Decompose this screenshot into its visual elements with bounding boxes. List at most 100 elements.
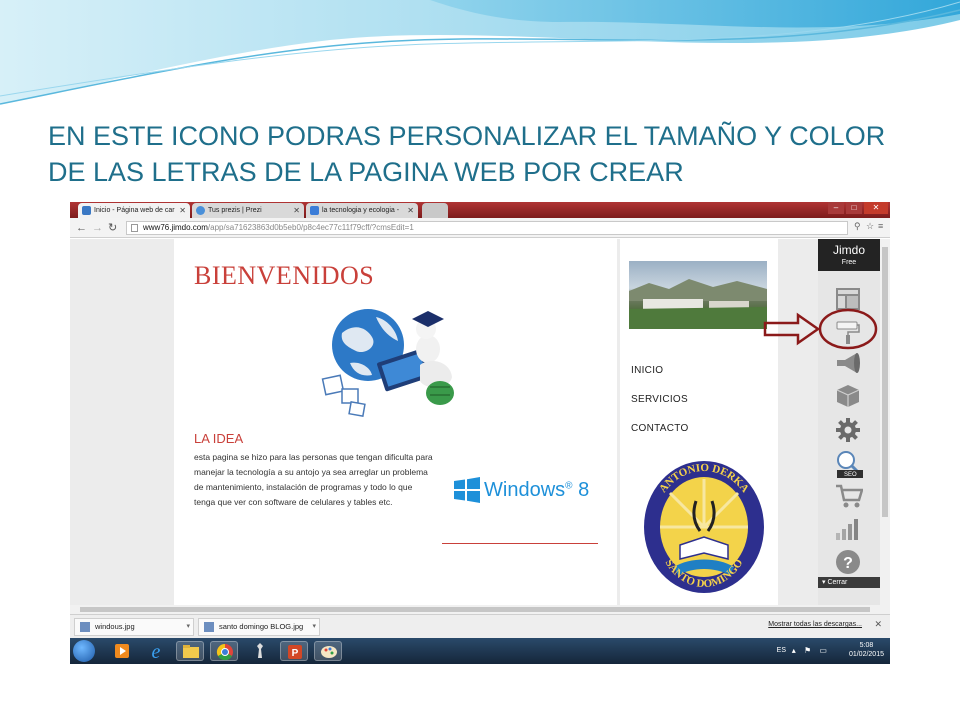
image-file-icon — [80, 622, 90, 632]
menu-icon[interactable]: ≡ — [878, 221, 883, 231]
windows-8-label: Windows® 8 — [484, 479, 590, 501]
web-page: BIENVENIDOS LA IDEA esta pagina se hizo … — [70, 239, 890, 605]
package-icon — [836, 385, 860, 407]
slide-title: EN ESTE ICONO PODRAS PERSONALIZAR EL TAM… — [48, 121, 886, 187]
system-clock[interactable]: 5:08 01/02/2015 — [849, 641, 884, 659]
bar-chart-icon — [836, 519, 858, 540]
close-window-icon[interactable]: ✕ — [864, 202, 888, 214]
powerpoint-icon[interactable]: P — [280, 641, 308, 661]
tab-label: la tecnologia y ecologia - — [322, 207, 400, 214]
url-path: /app/sa71623863d0b5eb0/p8c4ec77c11f79cff… — [207, 223, 414, 232]
chrome-icon[interactable] — [210, 641, 238, 661]
paint-icon[interactable] — [314, 641, 342, 661]
help-icon: ? — [836, 550, 860, 574]
chess-icon[interactable] — [246, 641, 274, 661]
settings-button[interactable] — [818, 413, 880, 445]
tab-label: Inicio - Página web de car — [94, 207, 175, 214]
megaphone-icon — [837, 353, 860, 373]
back-arrow-icon[interactable]: ← — [76, 221, 87, 235]
seo-label: SEO — [844, 472, 857, 478]
svg-text:?: ? — [843, 555, 853, 572]
powerpoint-graphic: P — [288, 645, 302, 659]
download-item[interactable]: windous.jpg ▾ — [74, 618, 194, 636]
file-explorer-icon[interactable] — [176, 641, 204, 661]
star-icon[interactable]: ☆ — [866, 221, 874, 232]
welcome-heading[interactable]: BIENVENIDOS — [194, 261, 374, 291]
red-divider — [442, 543, 598, 544]
media-player-graphic — [115, 644, 129, 658]
jimdo-logo[interactable]: Jimdo Free — [818, 239, 880, 271]
campus-photo[interactable] — [629, 261, 767, 329]
annotation-arrow-icon — [763, 308, 878, 350]
clock-date: 01/02/2015 — [848, 651, 884, 658]
side-column: INICIO SERVICIOS CONTACTO ANTONIO DERKA … — [620, 239, 778, 605]
horizontal-scrollbar[interactable] — [70, 605, 890, 614]
internet-explorer-icon[interactable]: e — [142, 641, 170, 663]
vertical-scrollbar[interactable] — [880, 239, 890, 605]
svg-text:P: P — [292, 648, 299, 659]
download-item[interactable]: santo domingo BLOG.jpg ▾ — [198, 618, 320, 636]
paint-graphic — [321, 646, 337, 658]
tray-icons[interactable]: ▴ ⚑ ▭ — [792, 646, 830, 655]
jimdo-favicon-icon — [82, 206, 91, 215]
show-all-downloads-link[interactable]: Mostrar todas las descargas... — [768, 621, 862, 628]
tab-tecnologia[interactable]: la tecnologia y ecologia - ✕ — [306, 203, 418, 218]
google-favicon-icon — [310, 206, 319, 215]
header-waves — [0, 0, 960, 105]
windows-version: 8 — [578, 479, 590, 501]
address-bar[interactable]: www76.jimdo.com/app/sa71623863d0b5eb0/p8… — [126, 221, 848, 235]
scrollbar-thumb[interactable] — [882, 247, 888, 517]
close-downloads-icon[interactable]: ✕ — [874, 619, 882, 630]
image-file-icon — [204, 622, 214, 632]
modules-button[interactable] — [818, 379, 880, 411]
menu-item-inicio[interactable]: INICIO — [631, 365, 663, 376]
help-button[interactable]: ? — [818, 545, 880, 577]
forward-arrow-icon[interactable]: → — [92, 221, 103, 235]
reload-icon[interactable]: ↻ — [108, 221, 117, 235]
close-tab-icon[interactable]: ✕ — [293, 203, 300, 218]
close-tab-icon[interactable]: ✕ — [407, 203, 414, 218]
windows-label-text: Windows — [484, 479, 566, 501]
menu-item-contacto[interactable]: CONTACTO — [631, 423, 689, 434]
campus-photo-graphic — [629, 279, 767, 329]
idea-heading[interactable]: LA IDEA — [194, 431, 243, 446]
close-sidebar-button[interactable]: ▾ Cerrar — [818, 577, 880, 588]
download-filename: santo domingo BLOG.jpg — [219, 622, 304, 631]
folder-graphic — [183, 645, 199, 658]
windows-taskbar: e P ES ▴ ⚑ ▭ 5:08 01/02/2015 — [70, 638, 890, 664]
tab-prezi[interactable]: Tus prezis | Prezi ✕ — [192, 203, 304, 218]
scrollbar-thumb[interactable] — [80, 607, 870, 612]
chevron-down-icon[interactable]: ▾ — [186, 619, 190, 635]
jimdo-plan-text: Free — [841, 259, 857, 266]
close-tab-icon[interactable]: ✕ — [179, 203, 186, 218]
minimize-icon[interactable]: – — [828, 202, 844, 214]
zoom-icon[interactable]: ⚲ — [854, 221, 861, 232]
jimdo-logo-text: Jimdo — [832, 243, 865, 257]
browser-screenshot: Inicio - Página web de car ✕ Tus prezis … — [70, 202, 890, 664]
maximize-icon[interactable]: □ — [846, 202, 862, 214]
clock-time: 5:08 — [859, 642, 874, 649]
globe-graduate-illustration[interactable] — [320, 297, 474, 421]
new-tab-button[interactable] — [422, 203, 448, 218]
store-button[interactable] — [818, 479, 880, 511]
chrome-graphic — [216, 643, 233, 661]
media-player-icon[interactable] — [108, 641, 136, 661]
menu-item-servicios[interactable]: SERVICIOS — [631, 394, 688, 405]
main-column: BIENVENIDOS LA IDEA esta pagina se hizo … — [174, 239, 617, 605]
page-icon — [131, 224, 138, 232]
chevron-down-icon[interactable]: ▾ — [312, 619, 316, 635]
navigation-bar: ← → ↻ www76.jimdo.com/app/sa71623863d0b5… — [70, 218, 890, 238]
idea-paragraph[interactable]: esta pagina se hizo para las personas qu… — [194, 450, 434, 510]
url-host: www76.jimdo.com — [143, 223, 208, 232]
tab-inicio[interactable]: Inicio - Página web de car ✕ — [78, 203, 190, 218]
statistics-button[interactable] — [818, 513, 880, 545]
prezi-favicon-icon — [196, 206, 205, 215]
language-indicator[interactable]: ES — [777, 647, 786, 654]
start-button[interactable] — [73, 640, 95, 662]
gear-icon — [836, 418, 860, 442]
downloads-bar: windous.jpg ▾ santo domingo BLOG.jpg ▾ M… — [70, 614, 890, 638]
close-label: Cerrar — [827, 579, 848, 586]
chess-graphic — [257, 643, 263, 658]
school-emblem-logo[interactable]: ANTONIO DERKA SANTO DOMINGO — [640, 457, 768, 597]
seo-button[interactable]: SEO — [818, 445, 880, 478]
